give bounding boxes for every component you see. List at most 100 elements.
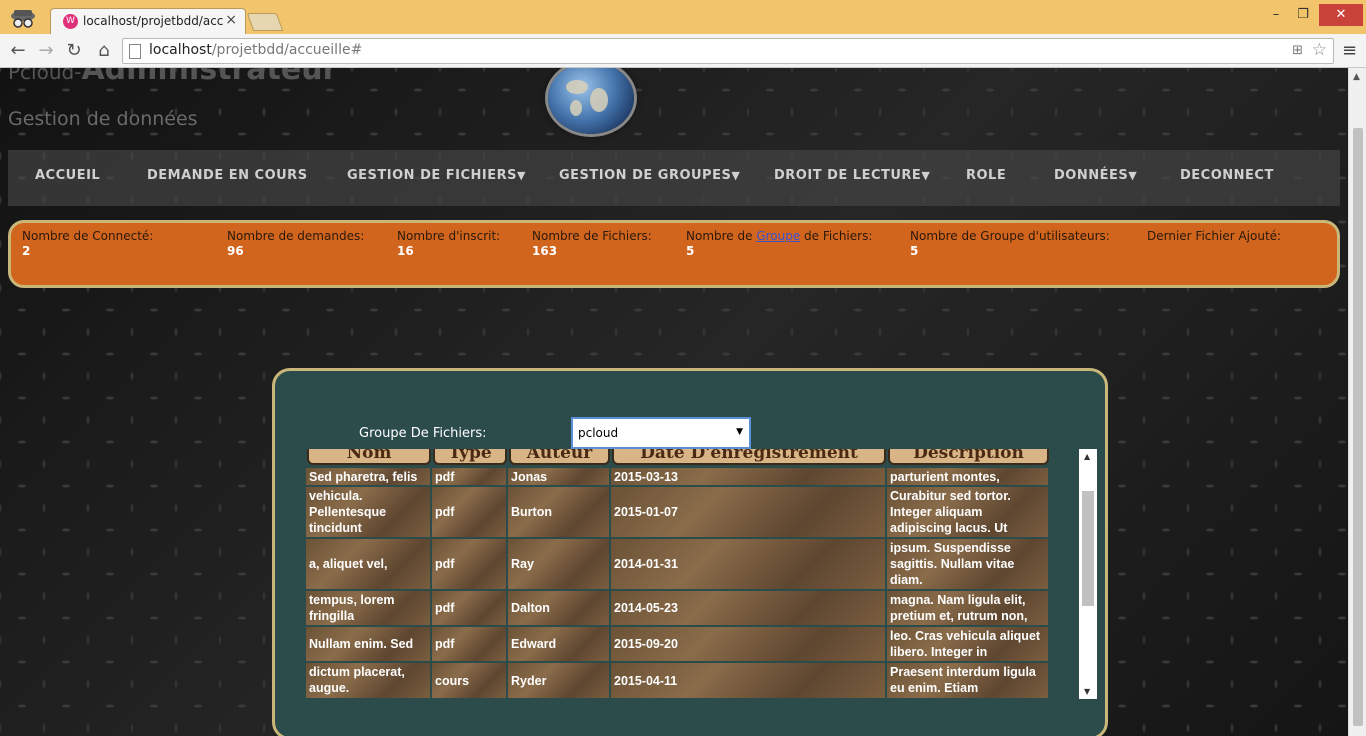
table-row: tempus, lorem fringilla pdf Dalton 2014-…: [303, 590, 1051, 626]
table-header: Nom Type Auteur Date D'enregistrement De…: [303, 449, 1051, 467]
scroll-up-icon[interactable]: ▲: [1084, 452, 1090, 461]
groupe-link[interactable]: Groupe: [756, 229, 800, 243]
browser-titlebar: W localhost/projetbdd/accu × – ❐ ✕: [0, 0, 1366, 34]
site-subtitle: Gestion de données: [8, 108, 198, 130]
stat-demandes-value: 96: [227, 244, 244, 258]
cell-type: pdf: [431, 626, 507, 662]
stat-inscrits-label: Nombre d'inscrit:: [397, 229, 501, 243]
stat-groupe-users-value: 5: [910, 244, 919, 258]
stat-fichiers-value: 163: [532, 244, 558, 258]
tab-close-icon[interactable]: ×: [225, 12, 237, 28]
cell-nom: a, aliquet vel,: [305, 538, 431, 590]
cell-type: pdf: [431, 467, 507, 486]
nav-accueil-label: ACCUEIL: [35, 168, 101, 183]
cell-nom: Nullam enim. Sed: [305, 626, 431, 662]
stat-fichiers-label: Nombre de Fichiers:: [532, 229, 652, 243]
table-row: Sed pharetra, felis pdf Jonas 2015-03-13…: [303, 467, 1051, 486]
cell-auteur: Jonas: [507, 467, 610, 486]
cell-date: 2014-05-23: [610, 590, 886, 626]
cell-date: 2015-09-20: [610, 626, 886, 662]
cell-date: 2015-03-13: [610, 467, 886, 486]
groupe-fichiers-select[interactable]: pcloud ▼: [571, 417, 751, 449]
scroll-down-icon[interactable]: ▼: [1084, 687, 1090, 696]
cell-date: 2015-01-07: [610, 486, 886, 538]
nav-droit-lecture[interactable]: DROIT DE LECTURE▼: [774, 168, 930, 183]
minimize-icon[interactable]: –: [1265, 4, 1287, 26]
cell-auteur: Edward: [507, 626, 610, 662]
nav-accueil[interactable]: ACCUEIL: [35, 168, 100, 183]
table-row: a, aliquet vel, pdf Ray 2014-01-31 ipsum…: [303, 538, 1051, 590]
cell-description: parturient montes,: [886, 467, 1049, 486]
maximize-icon[interactable]: ❐: [1292, 4, 1314, 26]
page-scrollbar[interactable]: ▲: [1348, 68, 1366, 736]
browser-tab[interactable]: W localhost/projetbdd/accu ×: [50, 8, 246, 34]
stat-groupe-users: Nombre de Groupe d'utilisateurs: 5: [910, 229, 1110, 258]
browser-toolbar: ← → ↻ ⌂ localhost/projetbdd/accueille# ⊞…: [0, 34, 1366, 68]
table-scrollbar[interactable]: ▲ ▼: [1079, 449, 1097, 699]
tab-title: localhost/projetbdd/accu: [83, 14, 223, 28]
cell-auteur: Ryder: [507, 662, 610, 699]
cell-type: cours: [431, 662, 507, 699]
groupe-fichiers-selected: pcloud: [578, 426, 619, 440]
site-title-main: Administrateur: [81, 68, 338, 87]
table-row: vehicula. Pellentesque tincidunt pdf Bur…: [303, 486, 1051, 538]
cell-nom: dictum placerat, augue.: [305, 662, 431, 699]
cell-nom: Sed pharetra, felis: [305, 467, 431, 486]
stats-bar: Nombre de Connecté: 2 Nombre de demandes:…: [8, 220, 1340, 288]
files-table: Nom Type Auteur Date D'enregistrement De…: [303, 449, 1051, 699]
table-row: dictum placerat, augue. cours Ryder 2015…: [303, 662, 1051, 699]
stat-dernier-label: Dernier Fichier Ajouté:: [1147, 229, 1282, 243]
nav-gestion-groupes[interactable]: GESTION DE GROUPES▼: [559, 168, 740, 183]
home-icon[interactable]: ⌂: [92, 39, 116, 63]
star-icon[interactable]: ☆: [1312, 40, 1327, 60]
cell-description: magna. Nam ligula elit, pretium et, rutr…: [886, 590, 1049, 626]
table-scroll-thumb[interactable]: [1082, 491, 1094, 606]
nav-donnees[interactable]: DONNÉES▼: [1054, 168, 1137, 183]
url-host: localhost: [149, 42, 212, 58]
chevron-down-icon: ▼: [921, 169, 931, 182]
nav-droit-lecture-label: DROIT DE LECTURE: [774, 168, 922, 183]
url-text[interactable]: localhost/projetbdd/accueille#: [149, 42, 362, 58]
cell-description: leo. Cras vehicula aliquet libero. Integ…: [886, 626, 1049, 662]
forward-icon[interactable]: →: [34, 39, 58, 63]
nav-deconnect[interactable]: DECONNECT: [1180, 168, 1274, 183]
cell-type: pdf: [431, 590, 507, 626]
cell-description: ipsum. Suspendisse sagittis. Nullam vita…: [886, 538, 1049, 590]
stat-groupe-fichiers-label-b: de Fichiers:: [800, 229, 873, 243]
stat-groupe-fichiers-label-a: Nombre de: [686, 229, 757, 243]
chevron-down-icon: ▼: [1128, 169, 1138, 182]
nav-role[interactable]: ROLE: [966, 168, 1006, 183]
globe-logo: [548, 68, 634, 134]
stat-connectes-value: 2: [22, 244, 31, 258]
nav-gestion-groupes-label: GESTION DE GROUPES: [559, 168, 732, 183]
nav-gestion-fichiers[interactable]: GESTION DE FICHIERS▼: [347, 168, 526, 183]
stat-inscrits-value: 16: [397, 244, 414, 258]
cell-description: Praesent interdum ligula eu enim. Etiam: [886, 662, 1049, 699]
close-window-icon[interactable]: ✕: [1319, 4, 1363, 26]
nav-role-label: ROLE: [966, 168, 1007, 183]
back-icon[interactable]: ←: [6, 39, 30, 63]
main-navbar: ACCUEIL DEMANDE EN COURS GESTION DE FICH…: [8, 150, 1340, 206]
scroll-up-icon[interactable]: ▲: [1353, 72, 1360, 82]
cell-type: pdf: [431, 538, 507, 590]
cell-auteur: Dalton: [507, 590, 610, 626]
cell-nom: vehicula. Pellentesque tincidunt: [305, 486, 431, 538]
site-title: Pcloud-Administrateur: [8, 68, 337, 87]
col-header-type: Type: [433, 449, 507, 465]
address-bar[interactable]: localhost/projetbdd/accueille# ⊞ ☆: [122, 38, 1334, 64]
col-header-description: Description: [888, 449, 1049, 465]
reload-icon[interactable]: ↻: [62, 39, 86, 63]
url-path: /projetbdd/accueille#: [211, 42, 363, 58]
cell-auteur: Burton: [507, 486, 610, 538]
new-tab-button[interactable]: [246, 13, 284, 31]
stat-demandes: Nombre de demandes: 96: [227, 229, 364, 258]
cell-nom: tempus, lorem fringilla: [305, 590, 431, 626]
nav-demande-en-cours[interactable]: DEMANDE EN COURS: [147, 168, 308, 183]
stat-groupe-users-label: Nombre de Groupe d'utilisateurs:: [910, 229, 1110, 243]
page-scroll-thumb[interactable]: [1353, 128, 1363, 726]
menu-icon[interactable]: ≡: [1342, 42, 1360, 60]
translate-icon[interactable]: ⊞: [1292, 43, 1303, 58]
chevron-down-icon: ▼: [731, 169, 741, 182]
files-panel: Groupe De Fichiers: pcloud ▼ Nom Type Au…: [272, 368, 1108, 736]
stat-inscrits: Nombre d'inscrit: 16: [397, 229, 500, 258]
